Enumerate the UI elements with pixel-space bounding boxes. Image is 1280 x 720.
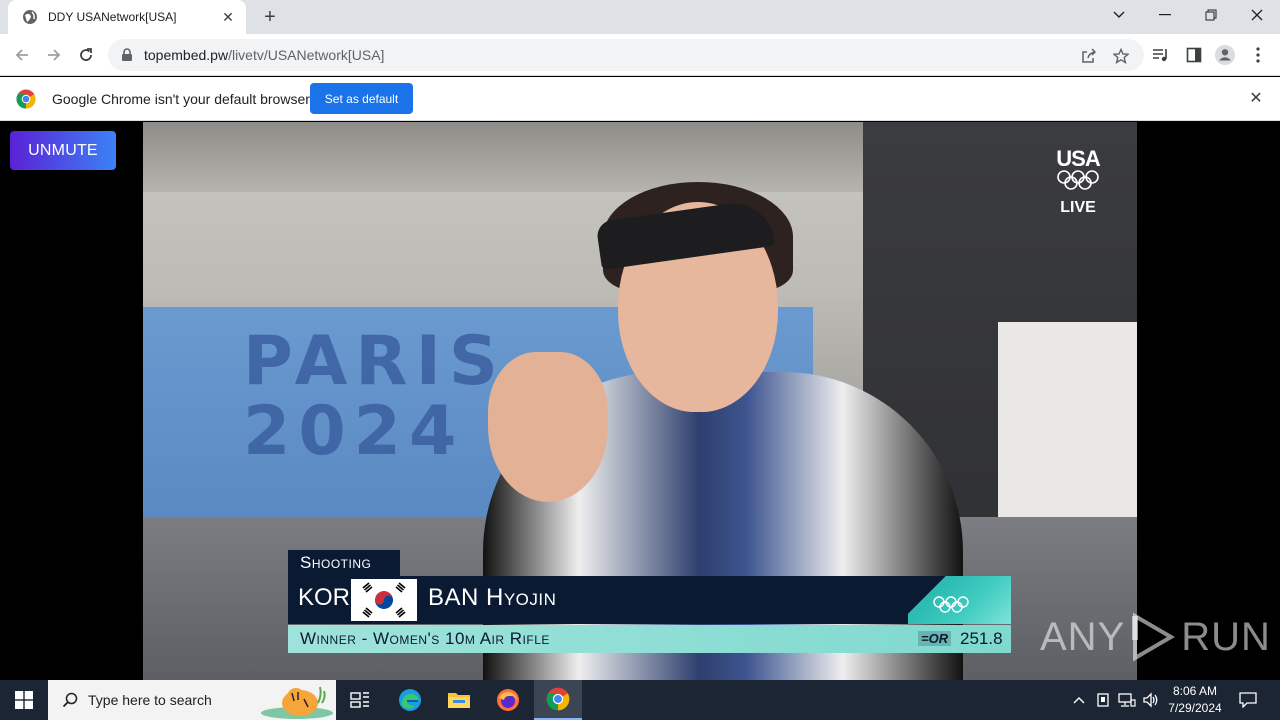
lower-third-main: KOR BAN Hyojin — [288, 576, 1011, 624]
tiger-illustration-icon — [261, 686, 333, 719]
play-triangle-icon — [1132, 612, 1176, 662]
minimize-button[interactable] — [1142, 0, 1188, 30]
lock-icon — [122, 48, 132, 61]
event-title: Winner - Women's 10m Air Rifle — [300, 629, 550, 648]
close-infobar-icon[interactable]: ✕ — [1248, 91, 1264, 107]
share-icon[interactable] — [1080, 47, 1098, 65]
url-text: topembed.pw/livetv/USANetwork[USA] — [144, 47, 384, 63]
page-content: UNMUTE PARIS2024 USA LIVE Shooting KOR — [0, 122, 1280, 680]
device-tray-icon[interactable] — [1094, 680, 1112, 720]
usa-network-logo: USA LIVE — [1048, 148, 1108, 217]
network-logo-text: USA — [1056, 146, 1100, 171]
watermark-right: RUN — [1181, 614, 1271, 659]
korea-flag-icon — [351, 579, 417, 621]
globe-icon — [23, 10, 37, 24]
reload-button[interactable] — [74, 43, 98, 67]
sport-label: Shooting — [288, 550, 400, 576]
record-badge: =OR — [918, 631, 952, 646]
windows-start-icon[interactable] — [0, 680, 48, 720]
browser-toolbar: topembed.pw/livetv/USANetwork[USA] — [0, 34, 1280, 76]
taskbar-search-box[interactable]: Type here to search — [48, 680, 336, 720]
chrome-taskbar-icon[interactable] — [534, 680, 582, 720]
set-as-default-button[interactable]: Set as default — [310, 83, 413, 114]
browser-tab[interactable]: DDY USANetwork[USA] ✕ — [8, 0, 246, 34]
clock-date: 7/29/2024 — [1168, 701, 1222, 715]
profile-avatar-icon[interactable] — [1215, 45, 1235, 65]
watermark-left: ANY — [1040, 614, 1126, 659]
default-browser-infobar: Google Chrome isn't your default browser… — [0, 77, 1280, 121]
lower-third-subtitle: Winner - Women's 10m Air Rifle =OR 251.8 — [288, 625, 1011, 653]
anyrun-watermark: ANY RUN — [1040, 612, 1271, 662]
bookmark-star-icon[interactable] — [1112, 47, 1130, 65]
edge-icon[interactable] — [386, 680, 434, 720]
url-path: /livetv/USANetwork[USA] — [228, 47, 385, 63]
venue-text: PARIS 2024 — [243, 322, 506, 471]
show-hidden-icons-chevron-icon[interactable] — [1070, 680, 1088, 720]
network-icon[interactable] — [1116, 680, 1138, 720]
tab-title: DDY USANetwork[USA] — [48, 10, 177, 24]
notifications-icon[interactable] — [1236, 680, 1260, 720]
chrome-menu-icon[interactable] — [1248, 45, 1268, 65]
close-tab-icon[interactable]: ✕ — [220, 9, 236, 25]
file-explorer-icon[interactable] — [435, 680, 483, 720]
url-host: topembed.pw — [144, 47, 229, 63]
windows-taskbar: Type here to search 8:06 AM 7/29/2024 — [0, 680, 1280, 720]
taskbar-clock[interactable]: 8:06 AM 7/29/2024 — [1160, 683, 1230, 717]
clock-time: 8:06 AM — [1172, 684, 1218, 698]
video-player[interactable]: PARIS 2024 USA LIVE Shooting KOR BAN Hyo… — [143, 122, 1137, 680]
media-controls-icon[interactable] — [1151, 45, 1171, 65]
forward-button[interactable] — [42, 43, 66, 67]
live-label: LIVE — [1060, 199, 1096, 216]
search-icon — [62, 692, 78, 708]
back-button[interactable] — [10, 43, 34, 67]
new-tab-button[interactable]: + — [258, 6, 282, 28]
tab-search-icon[interactable] — [1096, 0, 1142, 30]
score: 251.8 — [960, 629, 1003, 648]
unmute-button[interactable]: UNMUTE — [10, 131, 116, 170]
country-code: KOR — [298, 584, 351, 611]
restore-button[interactable] — [1188, 0, 1234, 30]
tab-strip: DDY USANetwork[USA] ✕ + — [0, 0, 1280, 34]
volume-icon[interactable] — [1141, 680, 1161, 720]
firefox-icon[interactable] — [484, 680, 532, 720]
address-bar[interactable]: topembed.pw/livetv/USANetwork[USA] — [108, 39, 1144, 71]
chrome-logo-icon — [16, 89, 36, 109]
close-window-button[interactable] — [1234, 0, 1280, 30]
athlete-figure — [488, 352, 608, 502]
task-view-icon[interactable] — [336, 680, 384, 720]
infobar-message: Google Chrome isn't your default browser — [52, 91, 310, 107]
olympic-rings-icon — [1057, 170, 1099, 190]
side-panel-icon[interactable] — [1184, 45, 1204, 65]
search-placeholder: Type here to search — [88, 692, 212, 708]
athlete-name: BAN Hyojin — [428, 584, 557, 611]
video-backdrop — [998, 322, 1137, 522]
olympic-rings-icon — [933, 596, 969, 613]
